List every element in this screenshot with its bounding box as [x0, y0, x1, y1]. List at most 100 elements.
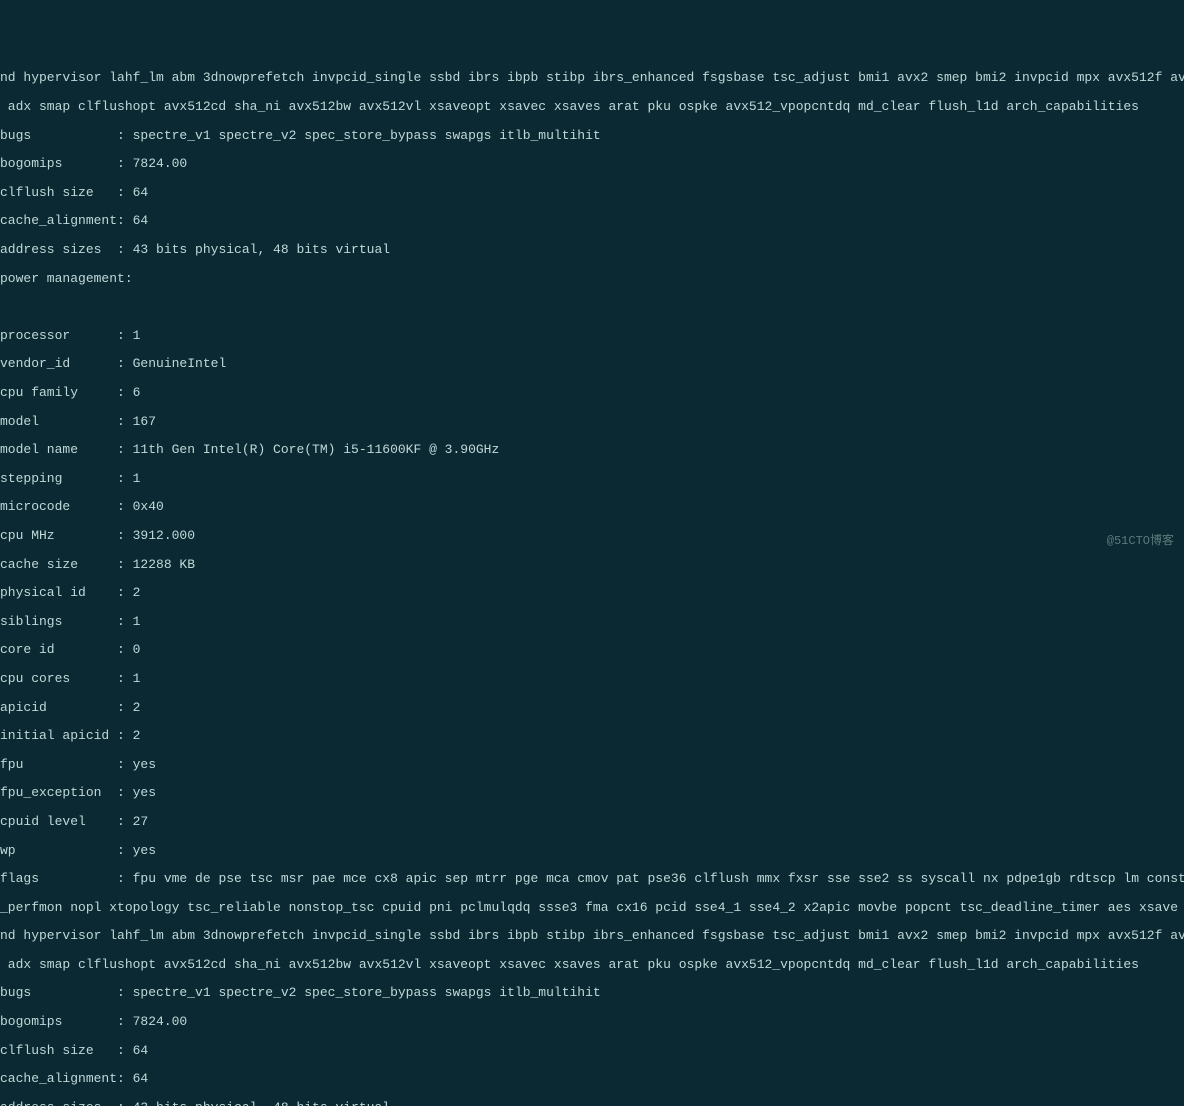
model-name-value: 11th Gen Intel(R) Core(TM) i5-11600KF @ …: [133, 442, 500, 457]
cpuinfo-row: cache_alignment: 64: [0, 214, 1184, 228]
cpuinfo-row: fpu_exception: yes: [0, 786, 1184, 800]
flags-key: flags: [0, 872, 117, 886]
cpuinfo-row: apicid: 2: [0, 701, 1184, 715]
cpuinfo-row: cache_alignment: 64: [0, 1072, 1184, 1086]
initial-apicid-key: initial apicid: [0, 729, 117, 743]
cache-size-key: cache size: [0, 558, 117, 572]
wp-key: wp: [0, 844, 117, 858]
bugs-value: spectre_v1 spectre_v2 spec_store_bypass …: [133, 985, 601, 1000]
address-sizes-key: address sizes: [0, 243, 117, 257]
physical-id-value: 2: [133, 585, 141, 600]
cache-size-value: 12288 KB: [133, 557, 195, 572]
terminal-output[interactable]: nd hypervisor lahf_lm abm 3dnowprefetch …: [0, 57, 1184, 1106]
fpu-value: yes: [133, 757, 156, 772]
clflush-size-value: 64: [133, 185, 149, 200]
cpuinfo-row: core id: 0: [0, 643, 1184, 657]
cpuid-level-key: cpuid level: [0, 815, 117, 829]
cpuinfo-row: cpu cores: 1: [0, 672, 1184, 686]
cpuinfo-row: vendor_id: GenuineIntel: [0, 357, 1184, 371]
physical-id-key: physical id: [0, 586, 117, 600]
processor-value: 1: [133, 328, 141, 343]
wp-value: yes: [133, 843, 156, 858]
cpuinfo-row: bogomips: 7824.00: [0, 157, 1184, 171]
fpu-exception-key: fpu_exception: [0, 786, 117, 800]
watermark-text: @51CTO博客: [1107, 535, 1174, 548]
cache-alignment-value: 64: [133, 213, 149, 228]
cpuinfo-row: fpu: yes: [0, 758, 1184, 772]
clflush-size-key: clflush size: [0, 1044, 117, 1058]
address-sizes-key: address sizes: [0, 1101, 117, 1106]
blank-line: [0, 300, 1184, 314]
apicid-key: apicid: [0, 701, 117, 715]
core-id-value: 0: [133, 642, 141, 657]
cpuinfo-row: clflush size: 64: [0, 1044, 1184, 1058]
flags-continuation-line: nd hypervisor lahf_lm abm 3dnowprefetch …: [0, 929, 1184, 943]
apicid-value: 2: [133, 700, 141, 715]
cpuinfo-row: bugs: spectre_v1 spectre_v2 spec_store_b…: [0, 129, 1184, 143]
bogomips-key: bogomips: [0, 157, 117, 171]
microcode-key: microcode: [0, 500, 117, 514]
cpuinfo-row: stepping: 1: [0, 472, 1184, 486]
cpuinfo-row: address sizes: 43 bits physical, 48 bits…: [0, 1101, 1184, 1106]
address-sizes-value: 43 bits physical, 48 bits virtual: [133, 242, 390, 257]
flags-continuation-line: adx smap clflushopt avx512cd sha_ni avx5…: [0, 958, 1184, 972]
cpuinfo-row: power management:: [0, 272, 1184, 286]
bogomips-key: bogomips: [0, 1015, 117, 1029]
cpuinfo-row: clflush size: 64: [0, 186, 1184, 200]
clflush-size-value: 64: [133, 1043, 149, 1058]
cpuinfo-row: cpu family: 6: [0, 386, 1184, 400]
bugs-key: bugs: [0, 986, 117, 1000]
cpuinfo-row: flags: fpu vme de pse tsc msr pae mce cx…: [0, 872, 1184, 886]
bogomips-value: 7824.00: [133, 156, 188, 171]
siblings-key: siblings: [0, 615, 117, 629]
fpu-key: fpu: [0, 758, 117, 772]
model-key: model: [0, 415, 117, 429]
siblings-value: 1: [133, 614, 141, 629]
cpuinfo-row: microcode: 0x40: [0, 500, 1184, 514]
cpu-mhz-value: 3912.000: [133, 528, 195, 543]
fpu-exception-value: yes: [133, 785, 156, 800]
cache-alignment-key: cache_alignment: [0, 1072, 117, 1086]
cpuinfo-row: cpuid level: 27: [0, 815, 1184, 829]
cpuinfo-row: initial apicid: 2: [0, 729, 1184, 743]
cpu-cores-key: cpu cores: [0, 672, 117, 686]
cpu-family-key: cpu family: [0, 386, 117, 400]
cache-alignment-key: cache_alignment: [0, 214, 117, 228]
flags-continuation-line: nd hypervisor lahf_lm abm 3dnowprefetch …: [0, 71, 1184, 85]
cpuid-level-value: 27: [133, 814, 149, 829]
stepping-value: 1: [133, 471, 141, 486]
bogomips-value: 7824.00: [133, 1014, 188, 1029]
cpuinfo-row: model name: 11th Gen Intel(R) Core(TM) i…: [0, 443, 1184, 457]
clflush-size-key: clflush size: [0, 186, 117, 200]
cpuinfo-row: physical id: 2: [0, 586, 1184, 600]
model-value: 167: [133, 414, 156, 429]
cpuinfo-row: cpu MHz: 3912.000: [0, 529, 1184, 543]
flags-value: fpu vme de pse tsc msr pae mce cx8 apic …: [133, 871, 1184, 886]
cpuinfo-row: bogomips: 7824.00: [0, 1015, 1184, 1029]
cpuinfo-row: address sizes: 43 bits physical, 48 bits…: [0, 243, 1184, 257]
bugs-key: bugs: [0, 129, 117, 143]
vendor-id-value: GenuineIntel: [133, 356, 227, 371]
cpuinfo-row: model: 167: [0, 415, 1184, 429]
flags-continuation-line: _perfmon nopl xtopology tsc_reliable non…: [0, 901, 1184, 915]
bugs-value: spectre_v1 spectre_v2 spec_store_bypass …: [133, 128, 601, 143]
cpuinfo-row: processor: 1: [0, 329, 1184, 343]
cpu-family-value: 6: [133, 385, 141, 400]
core-id-key: core id: [0, 643, 117, 657]
cpuinfo-row: wp: yes: [0, 844, 1184, 858]
power-management-key: power management: [0, 271, 125, 286]
initial-apicid-value: 2: [133, 728, 141, 743]
cpuinfo-row: siblings: 1: [0, 615, 1184, 629]
vendor-id-key: vendor_id: [0, 357, 117, 371]
processor-key: processor: [0, 329, 117, 343]
flags-continuation-line: adx smap clflushopt avx512cd sha_ni avx5…: [0, 100, 1184, 114]
stepping-key: stepping: [0, 472, 117, 486]
cache-alignment-value: 64: [133, 1071, 149, 1086]
cpuinfo-row: bugs: spectre_v1 spectre_v2 spec_store_b…: [0, 986, 1184, 1000]
cpu-mhz-key: cpu MHz: [0, 529, 117, 543]
cpu-cores-value: 1: [133, 671, 141, 686]
cpuinfo-row: cache size: 12288 KB: [0, 558, 1184, 572]
microcode-value: 0x40: [133, 499, 164, 514]
model-name-key: model name: [0, 443, 117, 457]
address-sizes-value: 43 bits physical, 48 bits virtual: [133, 1100, 390, 1106]
